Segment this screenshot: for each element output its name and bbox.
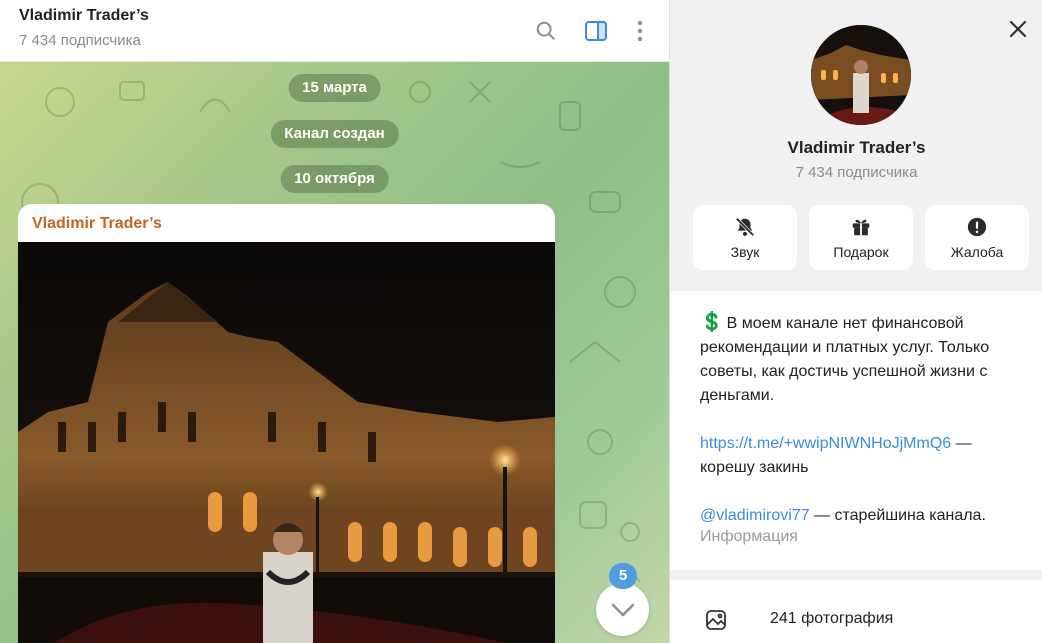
photo-icon xyxy=(706,610,726,630)
search-icon xyxy=(536,21,555,40)
channel-avatar[interactable] xyxy=(811,25,911,125)
avatar-photo xyxy=(811,25,911,125)
bell-off-icon xyxy=(735,217,755,237)
service-message: Канал создан xyxy=(270,120,399,148)
post-photo[interactable] xyxy=(18,242,555,643)
gift-icon xyxy=(852,219,870,236)
invite-link[interactable]: https://t.me/+wwipNIWNHoJjMmQ6 xyxy=(700,435,951,452)
chat-header[interactable]: Vladimir Trader’s 7 434 подписчика xyxy=(0,0,669,62)
night-palace-photo xyxy=(18,242,555,643)
search-button[interactable] xyxy=(532,17,560,45)
chat-view: Vladimir Trader’s 7 434 подписчика 15 ма… xyxy=(0,0,669,643)
post-author[interactable]: Vladimir Trader’s xyxy=(32,215,162,233)
photos-count-label: 241 фотография xyxy=(770,610,894,627)
description-text: В моем канале нет финансовой рекомендаци… xyxy=(700,315,990,404)
report-label: Жалоба xyxy=(950,244,1004,260)
channel-description: 💲 В моем канале нет финансовой рекомендац… xyxy=(670,291,1042,570)
toggle-info-panel-button[interactable] xyxy=(582,17,610,45)
channel-title[interactable]: Vladimir Trader’s xyxy=(19,7,149,25)
report-button[interactable]: Жалоба xyxy=(925,205,1029,270)
scroll-to-bottom-button[interactable] xyxy=(596,583,649,636)
channel-info-panel: Vladimir Trader’s 7 434 подписчика Звук … xyxy=(669,0,1042,643)
photos-row[interactable]: 241 фотография xyxy=(670,580,1042,643)
close-panel-button[interactable] xyxy=(1003,14,1033,44)
panel-channel-name: Vladimir Trader’s xyxy=(787,138,926,157)
date-separator: 15 марта xyxy=(288,74,381,102)
channel-post[interactable]: Vladimir Trader’s xyxy=(18,204,555,643)
date-separator: 10 октября xyxy=(280,165,389,193)
info-label: Информация xyxy=(700,528,798,545)
mute-button[interactable]: Звук xyxy=(693,205,797,270)
unread-count-badge: 5 xyxy=(609,563,637,589)
close-icon xyxy=(1009,20,1027,38)
more-vertical-icon xyxy=(637,20,643,42)
gift-button[interactable]: Подарок xyxy=(809,205,913,270)
mention-note: — старейшина канала. xyxy=(809,507,986,524)
sidebar-icon xyxy=(585,21,607,41)
gift-label: Подарок xyxy=(833,244,889,260)
mention-link[interactable]: @vladimirovi77 xyxy=(700,507,810,524)
subscriber-count: 7 434 подписчика xyxy=(19,32,141,49)
chevron-down-icon xyxy=(611,603,634,616)
description-text-block: 💲 В моем канале нет финансовой рекомендац… xyxy=(700,311,1020,528)
dollar-emoji-icon: 💲 xyxy=(700,312,724,333)
mute-label: Звук xyxy=(730,244,760,260)
alert-circle-icon xyxy=(967,217,987,237)
panel-subscriber-count: 7 434 подписчика xyxy=(795,164,918,181)
more-options-button[interactable] xyxy=(626,17,654,45)
